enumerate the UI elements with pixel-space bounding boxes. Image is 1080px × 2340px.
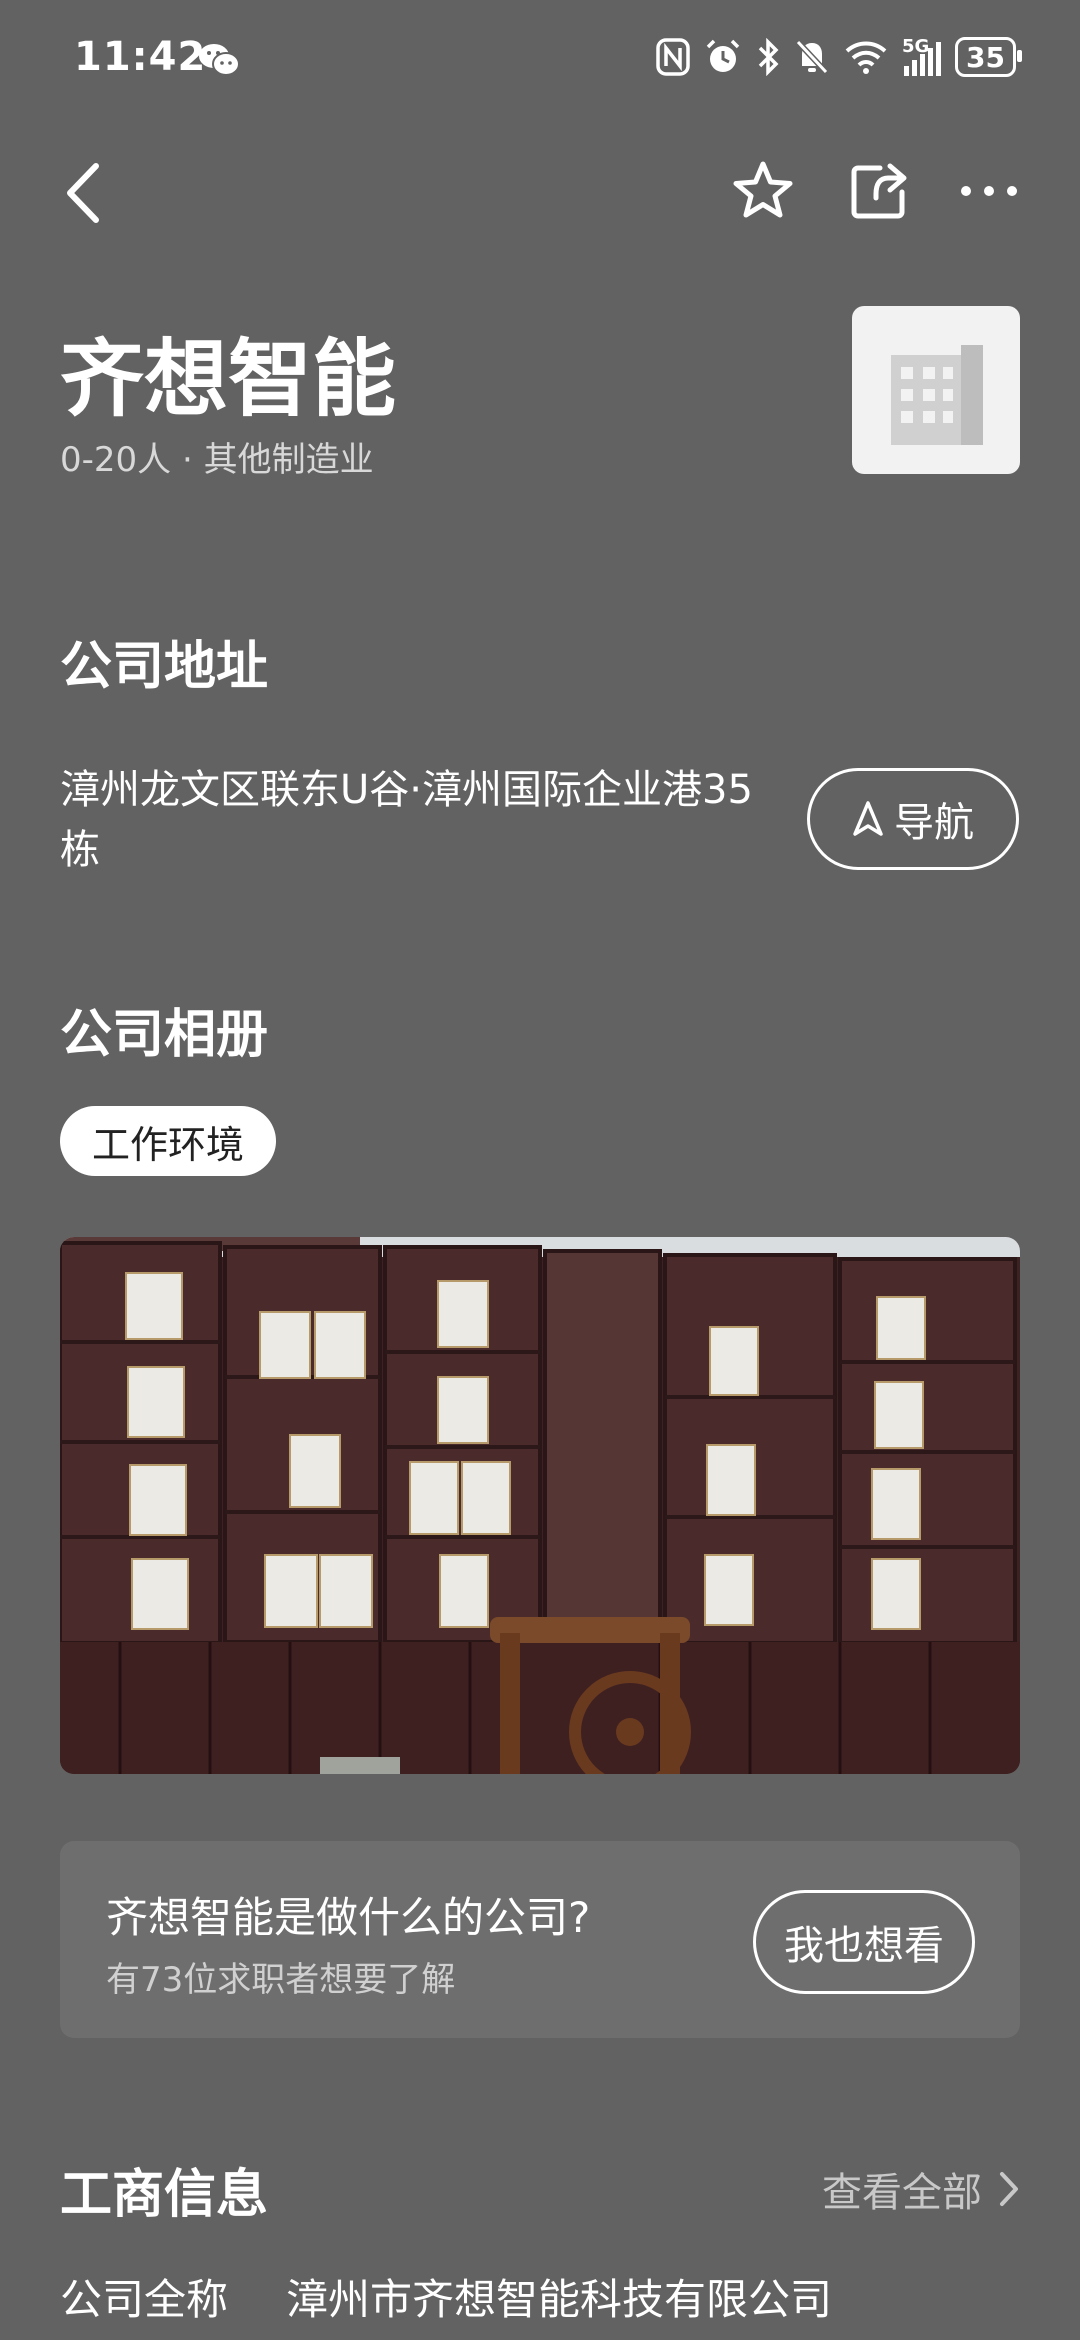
back-icon[interactable] <box>58 160 112 226</box>
wifi-icon <box>845 41 887 74</box>
address-heading: 公司地址 <box>60 637 269 697</box>
full-name-label: 公司全称 <box>60 2275 229 2324</box>
building-icon <box>891 345 983 445</box>
navigate-button[interactable]: 导航 <box>807 768 1019 870</box>
signal-icon: 5G <box>902 36 942 76</box>
battery-level: 35 <box>966 40 1005 74</box>
tab-work-environment[interactable]: 工作环境 <box>60 1106 276 1176</box>
chevron-right-icon <box>1000 2172 1018 2206</box>
mute-icon <box>795 39 829 75</box>
battery-icon: 35 <box>955 37 1022 77</box>
company-meta: 0-20人 · 其他制造业 <box>60 440 374 480</box>
more-icon[interactable] <box>956 158 1022 224</box>
want-to-see-button[interactable]: 我也想看 <box>753 1890 975 1994</box>
card-question: 齐想智能是做什么的公司? <box>106 1893 591 1942</box>
album-heading: 公司相册 <box>60 1005 269 1065</box>
business-info-heading: 工商信息 <box>60 2165 269 2225</box>
card-subtext: 有73位求职者想要了解 <box>106 1960 456 2000</box>
status-time: 11:42 <box>74 34 207 80</box>
alarm-icon <box>706 39 740 72</box>
view-all-link[interactable]: 查看全部 <box>822 2160 1020 2218</box>
full-name-value: 漳州市齐想智能科技有限公司 <box>286 2275 833 2324</box>
view-all-label: 查看全部 <box>822 2170 982 2216</box>
share-icon[interactable] <box>846 158 912 224</box>
network-type: 5G <box>902 36 930 57</box>
star-icon[interactable] <box>730 158 796 224</box>
office-photo <box>60 1237 1020 1774</box>
wechat-icon <box>199 44 240 76</box>
company-logo <box>852 306 1020 474</box>
navigate-label: 导航 <box>894 800 974 846</box>
bluetooth-icon <box>758 38 779 76</box>
status-icons: 5G 35 <box>656 34 1022 80</box>
album-photo[interactable] <box>60 1237 1020 1774</box>
navigation-arrow-icon <box>853 801 883 836</box>
nfc-icon <box>656 38 690 76</box>
company-address: 漳州龙文区联东U谷·漳州国际企业港35栋 <box>60 767 753 873</box>
company-name: 齐想智能 <box>60 330 397 428</box>
